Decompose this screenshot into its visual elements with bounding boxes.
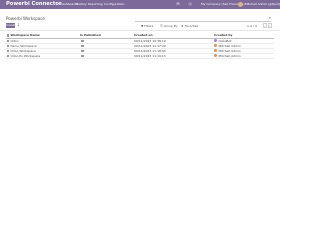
row-checkbox[interactable] — [6, 39, 9, 42]
is-published-checkbox — [81, 44, 84, 47]
filter-icon: ▼ — [141, 24, 144, 28]
control-panel-divider — [0, 30, 280, 31]
star-icon: ★ — [181, 24, 184, 28]
created-on: 09/11/2023 11:17:29 — [134, 43, 166, 48]
search-icon[interactable]: ⌕ — [269, 15, 271, 20]
row-checkbox[interactable] — [6, 49, 9, 52]
created-by: OdooBot — [218, 38, 232, 43]
column-is-published[interactable]: Is Published — [80, 33, 101, 38]
pager-next-icon[interactable]: › — [268, 23, 272, 28]
creator-avatar — [214, 54, 217, 58]
groupby-label: Group By — [163, 24, 178, 28]
filters-button[interactable]: ▼ Filters — [141, 24, 153, 28]
workspace-name: Odoo Po Workspace — [10, 53, 41, 58]
workspace-name: Odoo Workspace — [10, 48, 36, 53]
pager-value[interactable]: 1-4 / 4 — [247, 24, 257, 28]
app-brand[interactable]: Powerbi Connector — [6, 1, 62, 8]
is-published-checkbox — [81, 54, 84, 57]
favorites-button[interactable]: ★ Favorites — [181, 24, 198, 28]
is-published-checkbox — [81, 49, 84, 52]
select-all-checkbox[interactable] — [6, 34, 9, 37]
created-by: Mitchell Admin — [218, 43, 241, 48]
menu-reporting[interactable]: Reporting — [88, 2, 103, 7]
user-menu[interactable]: Mitchell Admin (gitpod) — [245, 2, 280, 7]
top-navbar: Powerbi Connector Dashboards History Rep… — [0, 0, 280, 9]
table-row[interactable]: Odoo Po Workspace 09/11/2023 11:19:13 Mi… — [6, 53, 274, 59]
download-icon[interactable]: ↧ — [17, 23, 20, 28]
breadcrumb: Powerbi Workspace — [6, 16, 45, 21]
search-input[interactable]: ⌕ — [135, 15, 271, 22]
creator-avatar — [214, 39, 217, 43]
column-workspace-name[interactable]: Workspace Name — [11, 33, 40, 38]
row-checkbox[interactable] — [6, 54, 9, 57]
is-published-checkbox — [81, 39, 84, 42]
row-checkbox[interactable] — [6, 44, 9, 47]
filters-label: Filters — [144, 24, 154, 28]
created-on: 09/11/2023 10:38:10 — [134, 38, 166, 43]
created-by: Mitchell Admin — [218, 53, 241, 58]
chat-icon[interactable]: ✉ — [176, 2, 180, 6]
created-on: 09/11/2023 11:19:13 — [134, 53, 166, 58]
create-button[interactable]: Create — [6, 23, 16, 28]
workspace-name: Odoo — [10, 38, 19, 43]
column-created-on[interactable]: Created on — [134, 33, 153, 38]
created-by: Mitchell Admin — [218, 48, 241, 53]
groupby-button[interactable]: ☰ Group By — [160, 24, 178, 28]
menu-history[interactable]: History — [76, 2, 87, 7]
clock-icon[interactable]: ◷ — [188, 2, 192, 6]
created-on: 09/11/2023 11:18:03 — [134, 48, 166, 53]
creator-avatar — [214, 49, 217, 53]
layers-icon: ☰ — [160, 24, 163, 28]
workspace-name: Demo Workspace — [10, 43, 37, 48]
favorites-label: Favorites — [184, 24, 199, 28]
pager-previous-icon[interactable]: ‹ — [263, 23, 267, 28]
column-created-by[interactable]: Created by — [214, 33, 233, 38]
menu-configuration[interactable]: Configuration — [104, 2, 124, 7]
user-avatar[interactable] — [238, 1, 243, 7]
creator-avatar — [214, 44, 217, 48]
